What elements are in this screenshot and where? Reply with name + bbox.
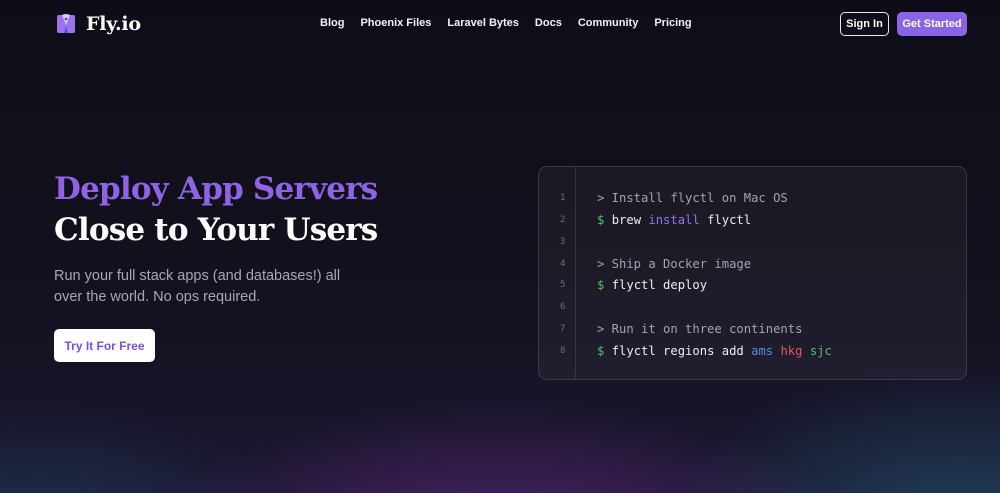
line-number: 3 xyxy=(560,236,566,247)
site-header: Fly.io Blog Phoenix Files Laravel Bytes … xyxy=(0,0,1000,48)
code-token: brew xyxy=(611,212,649,227)
code-line: 5 $ flyctl deploy xyxy=(539,276,966,294)
code-text: > Install flyctl on Mac OS xyxy=(597,189,788,207)
code-line: 4 > Ship a Docker image xyxy=(539,255,966,273)
try-it-free-button[interactable]: Try It For Free xyxy=(54,329,155,362)
code-line: 8 $ flyctl regions add ams hkg sjc xyxy=(539,342,966,360)
line-number: 2 xyxy=(560,214,566,225)
hero-title-line2: Close to Your Users xyxy=(54,212,378,248)
hero-subtitle: Run your full stack apps (and databases!… xyxy=(54,268,341,305)
code-token: flyctl deploy xyxy=(611,278,708,293)
nav-link-blog[interactable]: Blog xyxy=(320,16,344,30)
code-line: 2 $ brew install flyctl xyxy=(539,211,966,229)
code-token: flyctl xyxy=(699,212,752,227)
code-line: 3 xyxy=(539,233,966,251)
sign-in-button[interactable]: Sign In xyxy=(840,12,889,36)
nav-link-phoenix-files[interactable]: Phoenix Files xyxy=(360,16,431,30)
fly-balloon-logo-icon xyxy=(57,14,75,33)
code-text: > Ship a Docker image xyxy=(597,255,751,273)
line-number: 1 xyxy=(560,193,566,203)
code-line: 7 > Run it on three continents xyxy=(539,320,966,338)
code-token: > Ship a Docker image xyxy=(597,256,752,271)
code-line: 6 xyxy=(539,298,966,316)
brand-name: Fly.io xyxy=(86,13,141,35)
code-token: hkg xyxy=(780,343,803,358)
nav-link-laravel-bytes[interactable]: Laravel Bytes xyxy=(447,16,519,30)
code-token: flyctl regions add xyxy=(611,343,752,358)
code-token: $ xyxy=(597,212,612,227)
code-line: 1 > Install flyctl on Mac OS xyxy=(539,189,966,207)
nav-link-community[interactable]: Community xyxy=(578,16,639,30)
code-token: install xyxy=(648,212,700,227)
code-token: > Run it on three continents xyxy=(597,322,803,337)
code-token: ams xyxy=(751,343,774,358)
line-number: 7 xyxy=(560,324,566,335)
code-token: sjc xyxy=(809,343,832,358)
line-number: 8 xyxy=(560,345,566,356)
code-text: $ flyctl regions add ams hkg sjc xyxy=(597,342,832,360)
hero-title-line1: Deploy App Servers xyxy=(54,171,378,207)
nav-link-pricing[interactable]: Pricing xyxy=(654,16,691,30)
code-text: $ brew install flyctl xyxy=(597,211,751,229)
brand-logo[interactable]: Fly.io xyxy=(54,12,141,36)
code-text: > Run it on three continents xyxy=(597,320,802,338)
code-token: $ xyxy=(597,343,612,358)
code-example-panel: 1 > Install flyctl on Mac OS 2 $ brew insta… xyxy=(538,166,967,380)
main-nav: Blog Phoenix Files Laravel Bytes Docs Co… xyxy=(320,16,692,30)
code-token: $ xyxy=(597,278,612,293)
line-number: 5 xyxy=(560,280,566,291)
get-started-button[interactable]: Get Started xyxy=(897,12,967,36)
code-text: $ flyctl deploy xyxy=(597,276,707,294)
line-number: 6 xyxy=(560,302,566,313)
code-token: > Install flyctl on Mac OS xyxy=(597,191,788,205)
line-number: 4 xyxy=(560,258,566,269)
nav-link-docs[interactable]: Docs xyxy=(535,16,562,30)
